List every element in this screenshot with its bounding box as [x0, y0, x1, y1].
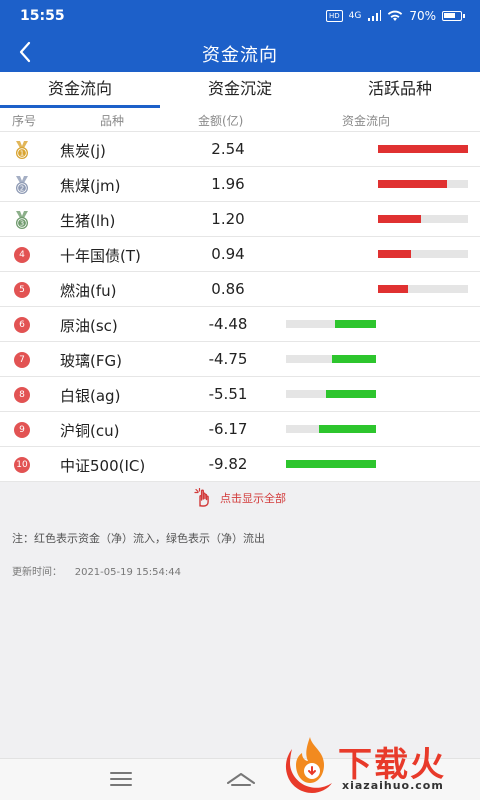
medal-icon: 3 [16, 211, 28, 229]
flow-bar [286, 390, 376, 398]
page-title: 资金流向 [202, 45, 278, 66]
flame-logo-icon [285, 737, 332, 793]
flow-bar-fill [319, 425, 376, 433]
signal-icon [368, 10, 382, 21]
medal-icon: 2 [16, 176, 28, 194]
network-label: 4G [348, 11, 362, 21]
rank-badge: 10 [14, 457, 30, 473]
flow-bar [286, 320, 376, 328]
show-all-button[interactable]: 点击显示全部 [0, 488, 480, 508]
variety-name: 生猪(lh) [60, 212, 116, 230]
table-row[interactable]: 7 玻璃(FG) -4.75 [0, 342, 480, 377]
table-row[interactable]: 8 白银(ag) -5.51 [0, 377, 480, 412]
flow-bar [286, 355, 376, 363]
flow-bar [286, 460, 376, 468]
menu-icon[interactable] [110, 771, 132, 787]
table-row[interactable]: 2 焦煤(jm) 1.96 [0, 167, 480, 202]
status-time: 15:55 [20, 8, 65, 24]
table-row[interactable]: 1 焦炭(j) 2.54 [0, 132, 480, 167]
variety-name: 沪铜(cu) [60, 422, 120, 440]
app-header: 资金流向 [0, 32, 480, 72]
variety-name: 原油(sc) [60, 317, 118, 335]
variety-name: 中证500(IC) [60, 457, 146, 475]
rank-badge: 9 [14, 422, 30, 438]
fund-flow-table: 1 焦炭(j) 2.54 2 焦煤(jm) 1.96 3 生猪(lh) 1.20 4 十年国债(T)… [0, 132, 480, 482]
battery-icon [442, 11, 465, 21]
variety-name: 燃油(fu) [60, 282, 117, 300]
variety-name: 十年国债(T) [60, 247, 141, 265]
amount-value: -4.48 [208, 315, 248, 333]
update-time-label: 更新时间： [12, 567, 62, 578]
variety-name: 焦炭(j) [60, 142, 106, 160]
update-time: 更新时间： 2021-05-19 15:54:44 [12, 563, 181, 578]
status-bar: 15:55 HD 4G 70% [0, 0, 480, 32]
table-row[interactable]: 5 燃油(fu) 0.86 [0, 272, 480, 307]
amount-value: 2.54 [211, 140, 245, 158]
amount-value: -5.51 [208, 385, 248, 403]
flow-bar-fill [378, 215, 421, 223]
flow-bar-fill [378, 285, 408, 293]
rank-badge: 6 [14, 317, 30, 333]
variety-name: 玻璃(FG) [60, 352, 122, 370]
col-flow: 资金流向 [342, 114, 391, 128]
col-rank: 序号 [12, 114, 37, 128]
medal-icon: 1 [16, 141, 28, 159]
flow-bar [378, 180, 468, 188]
flow-bar-fill [332, 355, 376, 363]
table-row[interactable]: 10 中证500(IC) -9.82 [0, 447, 480, 482]
tab-bar: 资金流向 资金沉淀 活跃品种 [0, 72, 480, 108]
update-time-value: 2021-05-19 15:54:44 [74, 567, 181, 578]
tab-fund-settlement[interactable]: 资金沉淀 [160, 72, 320, 108]
flow-bar-fill [378, 145, 468, 153]
flow-bar-fill [286, 460, 376, 468]
amount-value: -6.17 [208, 420, 248, 438]
amount-value: 1.96 [211, 175, 245, 193]
show-all-label: 点击显示全部 [220, 492, 286, 505]
col-name: 品种 [100, 114, 125, 128]
table-header: 序号 品种 金额(亿) 资金流向 [0, 108, 480, 132]
amount-value: 1.20 [211, 210, 245, 228]
flow-bar-fill [378, 250, 411, 258]
flow-bar [378, 285, 468, 293]
hd-icon: HD [325, 10, 343, 22]
flow-bar-fill [326, 390, 376, 398]
variety-name: 白银(ag) [60, 387, 121, 405]
flow-bar [378, 145, 468, 153]
svg-text:2: 2 [20, 185, 24, 193]
watermark-url: xiazaihuo.com [342, 779, 444, 792]
table-row[interactable]: 6 原油(sc) -4.48 [0, 307, 480, 342]
amount-value: -4.75 [208, 350, 248, 368]
amount-value: 0.86 [211, 280, 245, 298]
rank-badge: 7 [14, 352, 30, 368]
tab-fund-flow[interactable]: 资金流向 [0, 72, 160, 108]
legend-note: 注：红色表示资金（净）流入，绿色表示（净）流出 [12, 532, 265, 545]
hand-pointer-icon [194, 488, 209, 507]
flow-bar [378, 250, 468, 258]
flow-bar-fill [335, 320, 376, 328]
watermark-logo: 下载火 xiazaihuo.com [282, 735, 478, 797]
svg-text:1: 1 [20, 150, 24, 158]
table-row[interactable]: 4 十年国债(T) 0.94 [0, 237, 480, 272]
amount-value: -9.82 [208, 455, 248, 473]
tab-active-varieties[interactable]: 活跃品种 [320, 72, 480, 108]
rank-badge: 4 [14, 247, 30, 263]
table-row[interactable]: 9 沪铜(cu) -6.17 [0, 412, 480, 447]
table-row[interactable]: 3 生猪(lh) 1.20 [0, 202, 480, 237]
col-amount: 金额(亿) [198, 114, 244, 128]
battery-percent: 70% [409, 9, 436, 23]
flow-bar [378, 215, 468, 223]
variety-name: 焦煤(jm) [60, 177, 121, 195]
status-icons: HD 4G 70% [325, 9, 465, 23]
rank-badge: 8 [14, 387, 30, 403]
rank-badge: 5 [14, 282, 30, 298]
amount-value: 0.94 [211, 245, 245, 263]
flow-bar [286, 425, 376, 433]
wifi-icon [388, 10, 403, 21]
svg-text:3: 3 [20, 220, 24, 228]
home-icon[interactable] [226, 771, 256, 787]
flow-bar-fill [378, 180, 447, 188]
